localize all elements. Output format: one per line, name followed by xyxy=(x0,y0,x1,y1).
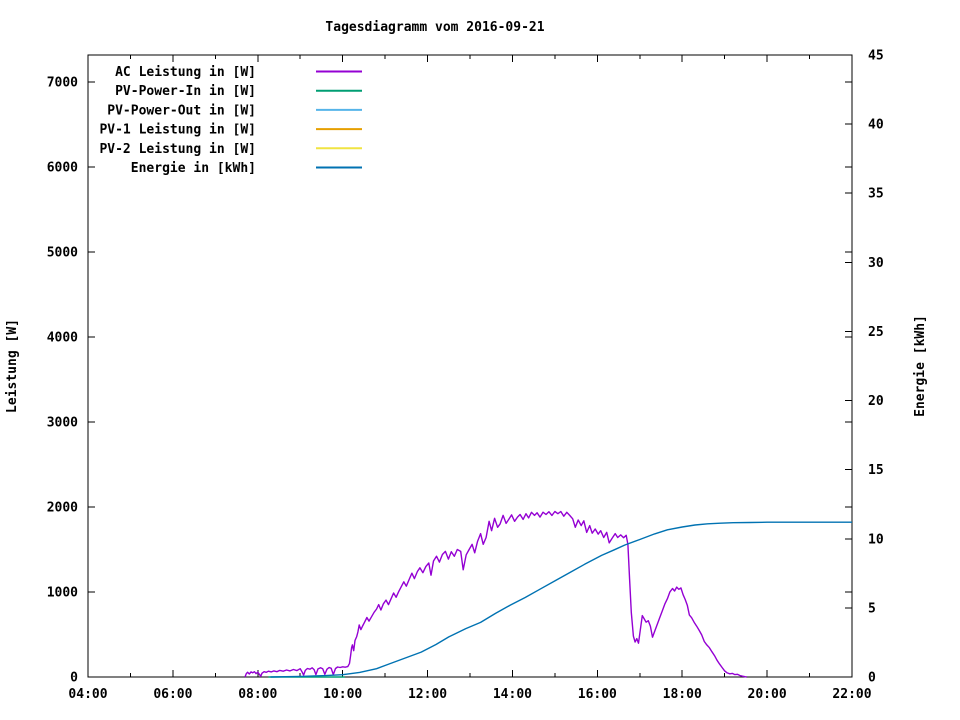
y-tick-label: 6000 xyxy=(47,161,78,176)
y2-tick-label: 20 xyxy=(868,394,884,409)
y2-tick-label: 0 xyxy=(868,671,876,686)
x-tick-label: 18:00 xyxy=(663,687,702,702)
y2-tick-label: 30 xyxy=(868,256,884,271)
y2-tick-label: 15 xyxy=(868,463,884,478)
chart-page: Tagesdiagramm vom 2016-09-21 Leistung [W… xyxy=(0,0,960,720)
legend-label-pv_out: PV-Power-Out in [W] xyxy=(107,103,256,118)
y-tick-label: 7000 xyxy=(47,76,78,91)
legend-label-pv1: PV-1 Leistung in [W] xyxy=(99,123,256,138)
y2-tick-label: 45 xyxy=(868,49,884,64)
x-tick-label: 14:00 xyxy=(493,687,532,702)
chart-legend: AC Leistung in [W] PV-Power-In in [W] PV-P… xyxy=(99,65,362,176)
legend-label-pv2: PV-2 Leistung in [W] xyxy=(99,142,256,157)
x-tick-label: 10:00 xyxy=(323,687,362,702)
x-tick-label: 16:00 xyxy=(578,687,617,702)
y2-tick-label: 5 xyxy=(868,601,876,616)
y-tick-label: 4000 xyxy=(47,331,78,346)
y2-tick-label: 40 xyxy=(868,118,884,133)
series-ac xyxy=(244,510,747,678)
y2-tick-label: 10 xyxy=(868,532,884,547)
legend-label-energie: Energie in [kWh] xyxy=(131,161,256,176)
x-tick-label: 08:00 xyxy=(238,687,277,702)
legend-label-pv_in: PV-Power-In in [W] xyxy=(115,84,256,99)
series-energie xyxy=(270,521,852,678)
y-tick-label: 2000 xyxy=(47,501,78,516)
legend-label-ac: AC Leistung in [W] xyxy=(115,65,256,80)
y-tick-label: 0 xyxy=(70,671,78,686)
y-axis-label: Leistung [W] xyxy=(5,319,20,413)
y2-tick-label: 35 xyxy=(868,187,884,202)
x-tick-label: 04:00 xyxy=(68,687,107,702)
x-tick-label: 06:00 xyxy=(153,687,192,702)
y-tick-label: 1000 xyxy=(47,586,78,601)
daily-pv-chart: Tagesdiagramm vom 2016-09-21 Leistung [W… xyxy=(5,20,928,702)
chart-title: Tagesdiagramm vom 2016-09-21 xyxy=(325,20,544,35)
x-tick-label: 20:00 xyxy=(748,687,787,702)
y2-axis-label: Energie [kWh] xyxy=(913,315,928,417)
y2-tick-label: 25 xyxy=(868,325,884,340)
y-tick-label: 5000 xyxy=(47,246,78,261)
data-series xyxy=(244,510,852,678)
x-tick-label: 12:00 xyxy=(408,687,447,702)
y-tick-label: 3000 xyxy=(47,416,78,431)
x-tick-label: 22:00 xyxy=(832,687,871,702)
